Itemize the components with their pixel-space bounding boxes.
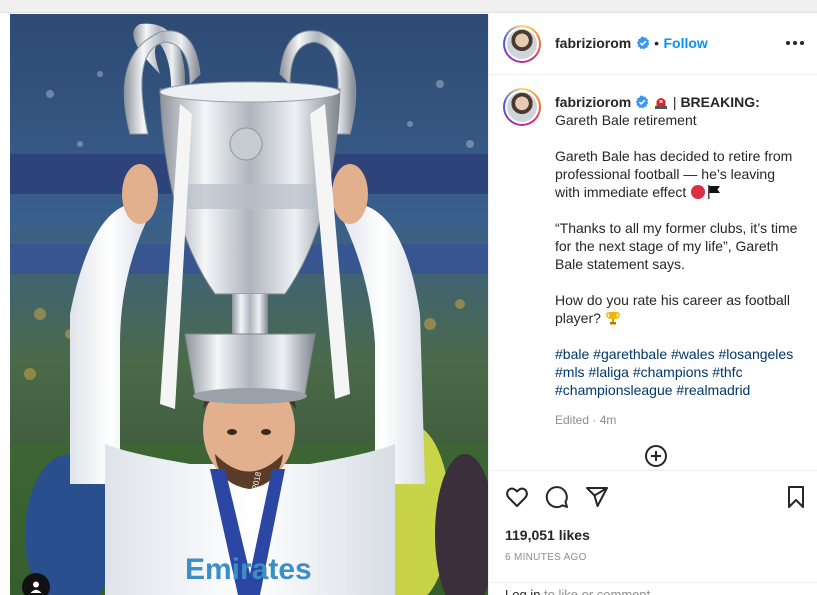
post-photo-illustration: FINAL KYIV 2018 Emirates <box>10 14 488 595</box>
header-separator: • <box>654 35 660 51</box>
caption-paragraph-1: Gareth Bale has decided to retire from p… <box>555 147 800 201</box>
login-link[interactable]: Log in <box>505 587 540 595</box>
hashtag-link[interactable]: #laliga <box>588 364 628 380</box>
caption-paragraph-3-text: How do you rate his career as football p… <box>555 292 791 326</box>
caption-paragraph-2: “Thanks to all my former clubs, it’s tim… <box>555 220 798 272</box>
paper-plane-icon[interactable] <box>585 485 609 514</box>
caption-headline-bold: BREAKING: <box>680 94 760 110</box>
header-author-line: fabriziorom • Follow <box>555 35 708 53</box>
post-timestamp: 6 MINUTES AGO <box>505 552 587 563</box>
likes-count[interactable]: 119,051 likes <box>505 527 590 543</box>
caption-headline-rest: Gareth Bale retirement <box>555 112 697 128</box>
edited-timestamp: Edited · 4m <box>555 413 617 427</box>
caption-headline-prefix: | <box>669 94 681 110</box>
hashtag-link[interactable]: #champions <box>633 364 709 380</box>
post-image[interactable]: FINAL KYIV 2018 Emirates <box>10 14 488 595</box>
kit-sponsor-text: Emirates <box>185 553 312 586</box>
caption-headline: fabriziorom | BREAKING: Gareth Bale reti… <box>555 93 800 129</box>
login-prompt: Log in to like or comment. <box>489 582 817 595</box>
hashtag-link[interactable]: #championsleague <box>555 382 673 398</box>
user-tag-icon[interactable] <box>22 573 50 595</box>
comment-icon[interactable] <box>545 485 569 514</box>
hashtag-link[interactable]: #garethbale <box>593 346 667 362</box>
trophy-emoji <box>605 312 620 325</box>
header-username[interactable]: fabriziorom <box>555 35 631 51</box>
caption-paragraph-3: How do you rate his career as football p… <box>555 291 800 327</box>
login-prompt-rest: to like or comment. <box>540 587 654 595</box>
hashtag-link[interactable]: #thfc <box>712 364 742 380</box>
hashtag-link[interactable]: #realmadrid <box>676 382 750 398</box>
heart-icon[interactable] <box>505 485 529 514</box>
red-circle-emoji <box>691 185 706 199</box>
action-icons-row <box>505 485 609 514</box>
caption-avatar[interactable] <box>503 88 541 126</box>
caption-paragraph-1-text: Gareth Bale has decided to retire from p… <box>555 148 793 200</box>
caption-username[interactable]: fabriziorom <box>555 94 631 110</box>
verified-badge-icon <box>636 36 649 50</box>
browser-top-edge <box>0 0 817 13</box>
post-side-panel: fabriziorom • Follow fabriziorom | BREAK… <box>488 14 817 595</box>
follow-button[interactable]: Follow <box>664 35 708 51</box>
hashtag-link[interactable]: #losangeles <box>718 346 793 362</box>
post-actions: 119,051 likes 6 MINUTES AGO Log in to li… <box>489 470 817 595</box>
verified-badge-icon <box>635 95 649 109</box>
bookmark-icon[interactable] <box>784 485 808 514</box>
caption-hashtags: #bale #garethbale #wales #losangeles #ml… <box>555 345 800 399</box>
more-options-icon[interactable] <box>786 41 804 45</box>
post-header: fabriziorom • Follow <box>489 14 817 75</box>
black-flag-emoji <box>708 185 721 199</box>
hashtag-link[interactable]: #bale <box>555 346 589 362</box>
siren-emoji <box>655 98 668 109</box>
plus-circle-icon[interactable] <box>644 444 668 473</box>
caption-text: fabriziorom | BREAKING: Gareth Bale reti… <box>555 93 800 429</box>
author-avatar[interactable] <box>503 25 541 63</box>
hashtag-link[interactable]: #mls <box>555 364 585 380</box>
hashtag-link[interactable]: #wales <box>671 346 715 362</box>
